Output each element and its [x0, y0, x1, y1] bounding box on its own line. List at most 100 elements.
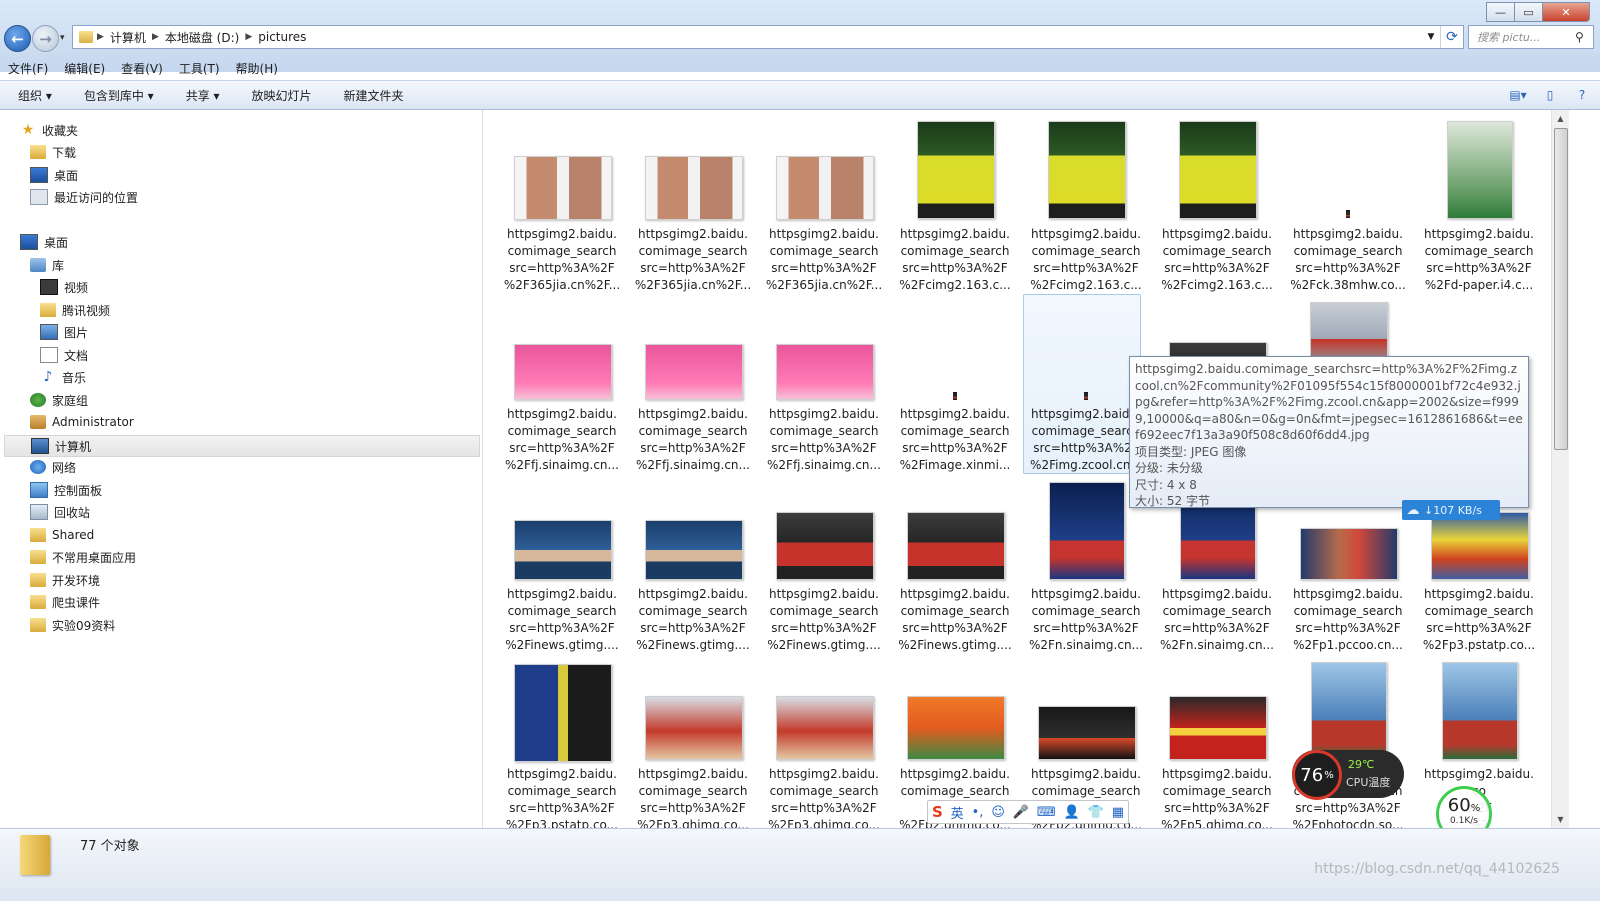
close-button[interactable]: ✕ — [1542, 2, 1590, 22]
image-thumbnail[interactable] — [776, 156, 874, 220]
image-thumbnail[interactable] — [1310, 302, 1388, 364]
search-input[interactable]: 搜索 pictu... ⚲ — [1468, 25, 1594, 49]
tiny-image-thumbnail[interactable] — [1084, 392, 1088, 400]
cpu-monitor-widget[interactable]: 76% 29℃ CPU温度 — [1292, 750, 1404, 800]
sidebar-item-desktop[interactable]: 桌面 — [20, 232, 68, 252]
chevron-right-icon[interactable]: ▶ — [97, 32, 104, 42]
skin-shirt-icon[interactable]: 👕 — [1088, 805, 1104, 820]
image-thumbnail[interactable] — [645, 344, 743, 400]
image-thumbnail[interactable] — [1169, 696, 1267, 760]
new-folder-button[interactable]: 新建文件夹 — [326, 87, 418, 104]
emoji-icon[interactable]: ☺ — [991, 805, 1005, 820]
file-name[interactable]: httpsgimg2.baidu. comimage_search src=http… — [1287, 586, 1409, 654]
image-thumbnail[interactable] — [776, 696, 874, 760]
search-icon[interactable]: ⚲ — [1575, 30, 1593, 44]
image-thumbnail[interactable] — [645, 156, 743, 220]
breadcrumb-drive[interactable]: 本地磁盘 (D:) — [159, 29, 245, 46]
minimize-button[interactable]: — — [1486, 2, 1515, 22]
ime-lang-toggle[interactable]: 英 — [951, 803, 964, 822]
include-library-button[interactable]: 包含到库中 ▾ — [66, 87, 168, 104]
image-thumbnail[interactable] — [1311, 662, 1387, 760]
file-name[interactable]: httpsgimg2.baidu. comimage_search src=http… — [763, 586, 885, 654]
sidebar-item-libraries[interactable]: 库 — [30, 255, 64, 275]
network-speed-badge[interactable]: ☁ ↓ 107 KB/s — [1402, 500, 1500, 520]
file-name[interactable]: httpsgimg2.baidu. comimage_search src=http… — [632, 406, 754, 474]
organize-button[interactable]: 组织 ▾ — [0, 87, 66, 104]
image-thumbnail[interactable] — [1049, 482, 1125, 580]
chevron-right-icon[interactable]: ▶ — [152, 32, 159, 42]
menu-help[interactable]: 帮助(H) — [228, 60, 286, 77]
address-dropdown-icon[interactable]: ▼ — [1422, 32, 1440, 42]
sidebar-item-network[interactable]: 网络 — [30, 457, 76, 477]
sidebar-item-dev-env[interactable]: 开发环境 — [30, 570, 100, 590]
sidebar-item-crawler[interactable]: 爬虫课件 — [30, 592, 100, 612]
chevron-right-icon[interactable]: ▶ — [245, 32, 252, 42]
forward-button[interactable]: → — [32, 25, 59, 52]
sidebar-item-control-panel[interactable]: 控制面板 — [30, 480, 102, 500]
image-thumbnail[interactable] — [645, 520, 743, 580]
file-name[interactable]: httpsgimg2.baidu. comimage_search src=http… — [501, 406, 623, 474]
sidebar-item-recent[interactable]: 最近访问的位置 — [30, 187, 138, 207]
sidebar-item-pictures[interactable]: 图片 — [40, 322, 88, 342]
address-bar[interactable]: ▶ 计算机 ▶ 本地磁盘 (D:) ▶ pictures ▼ ⟳ — [72, 25, 1464, 49]
file-name[interactable]: httpsgimg2.baidu. comimage_search src=http… — [501, 226, 623, 294]
file-name[interactable]: httpsgimg2.baidu. comimage_search src=http… — [632, 766, 754, 828]
image-thumbnail[interactable] — [514, 664, 612, 762]
image-thumbnail[interactable] — [907, 696, 1005, 760]
slideshow-button[interactable]: 放映幻灯片 — [234, 87, 326, 104]
file-name[interactable]: httpsgimg2.baidu. comimage_search src=http… — [1418, 226, 1540, 294]
image-thumbnail[interactable] — [907, 512, 1005, 580]
image-thumbnail[interactable] — [1431, 512, 1529, 580]
file-name[interactable]: httpsgimg2.baidu. comimage_search src=http… — [1156, 586, 1278, 654]
image-thumbnail[interactable] — [1300, 528, 1398, 580]
vertical-scrollbar[interactable]: ▲ ▼ — [1551, 110, 1569, 828]
sidebar-item-downloads[interactable]: 下载 — [30, 142, 76, 162]
sidebar-item-administrator[interactable]: Administrator — [30, 412, 134, 432]
history-dropdown[interactable]: ▾ — [60, 33, 65, 43]
image-thumbnail[interactable] — [1447, 121, 1513, 219]
image-thumbnail[interactable] — [514, 156, 612, 220]
keyboard-icon[interactable]: ⌨ — [1037, 805, 1056, 820]
menu-view[interactable]: 查看(V) — [113, 60, 171, 77]
sidebar-item-shared[interactable]: Shared — [30, 525, 94, 545]
sidebar-item-computer[interactable]: 计算机 — [4, 435, 480, 457]
sidebar-item-homegroup[interactable]: 家庭组 — [30, 390, 88, 410]
image-thumbnail[interactable] — [776, 344, 874, 400]
file-name[interactable]: httpsgimg2.baidu. comimage_search src=http… — [1025, 226, 1147, 294]
image-thumbnail[interactable] — [514, 520, 612, 580]
sidebar-item-uncommon-apps[interactable]: 不常用桌面应用 — [30, 547, 136, 567]
share-button[interactable]: 共享 ▾ — [168, 87, 234, 104]
maximize-button[interactable]: ▭ — [1514, 2, 1543, 22]
sidebar-item-videos[interactable]: 视频 — [40, 277, 88, 297]
menu-tools[interactable]: 工具(T) — [171, 60, 228, 77]
ime-toolbar[interactable]: S 英 •, ☺ 🎤 ⌨ 👤 👕 ▦ — [927, 800, 1129, 824]
grid-menu-icon[interactable]: ▦ — [1112, 805, 1124, 820]
image-thumbnail[interactable] — [1048, 121, 1126, 219]
sogou-logo-icon[interactable]: S — [932, 803, 943, 821]
image-thumbnail[interactable] — [1179, 121, 1257, 219]
tiny-image-thumbnail[interactable] — [953, 392, 957, 400]
file-name[interactable]: httpsgimg2.baidu. comimage_search src=http… — [763, 766, 885, 828]
back-button[interactable]: ← — [4, 25, 31, 52]
menu-file[interactable]: 文件(F) — [0, 60, 56, 77]
tiny-image-thumbnail[interactable] — [1346, 210, 1350, 218]
image-thumbnail[interactable] — [776, 512, 874, 580]
file-name[interactable]: httpsgimg2.baidu. comimage_search src=http… — [763, 406, 885, 474]
microphone-icon[interactable]: 🎤 — [1013, 805, 1029, 820]
file-name[interactable]: httpsgimg2.baidu. comimage_search src=http… — [894, 226, 1016, 294]
file-name[interactable]: httpsgimg2.baidu. comimage_search src=http… — [632, 586, 754, 654]
refresh-icon[interactable]: ⟳ — [1440, 26, 1463, 48]
file-name[interactable]: httpsgimg2.baidu. comimage_search src=http… — [501, 766, 623, 828]
help-icon[interactable]: ? — [1572, 85, 1592, 105]
file-name[interactable]: httpsgimg2.baidu. comimage_search src=http… — [1156, 226, 1278, 294]
image-thumbnail[interactable] — [645, 696, 743, 760]
image-thumbnail[interactable] — [1442, 662, 1518, 760]
image-thumbnail[interactable] — [917, 121, 995, 219]
sidebar-item-tencent-video[interactable]: 腾讯视频 — [40, 300, 110, 320]
file-name[interactable]: httpsgimg2.baidu. comimage_search src=http… — [632, 226, 754, 294]
sidebar-item-favorites[interactable]: ★ 收藏夹 — [20, 120, 78, 140]
sidebar-item-music[interactable]: ♪ 音乐 — [40, 367, 86, 387]
file-name[interactable]: httpsgimg2.baidu. comimage_search src=http… — [1287, 226, 1409, 294]
scroll-down-icon[interactable]: ▼ — [1552, 811, 1569, 828]
file-name[interactable]: httpsgimg2.baidu. comimage_search src=http… — [894, 586, 1016, 654]
